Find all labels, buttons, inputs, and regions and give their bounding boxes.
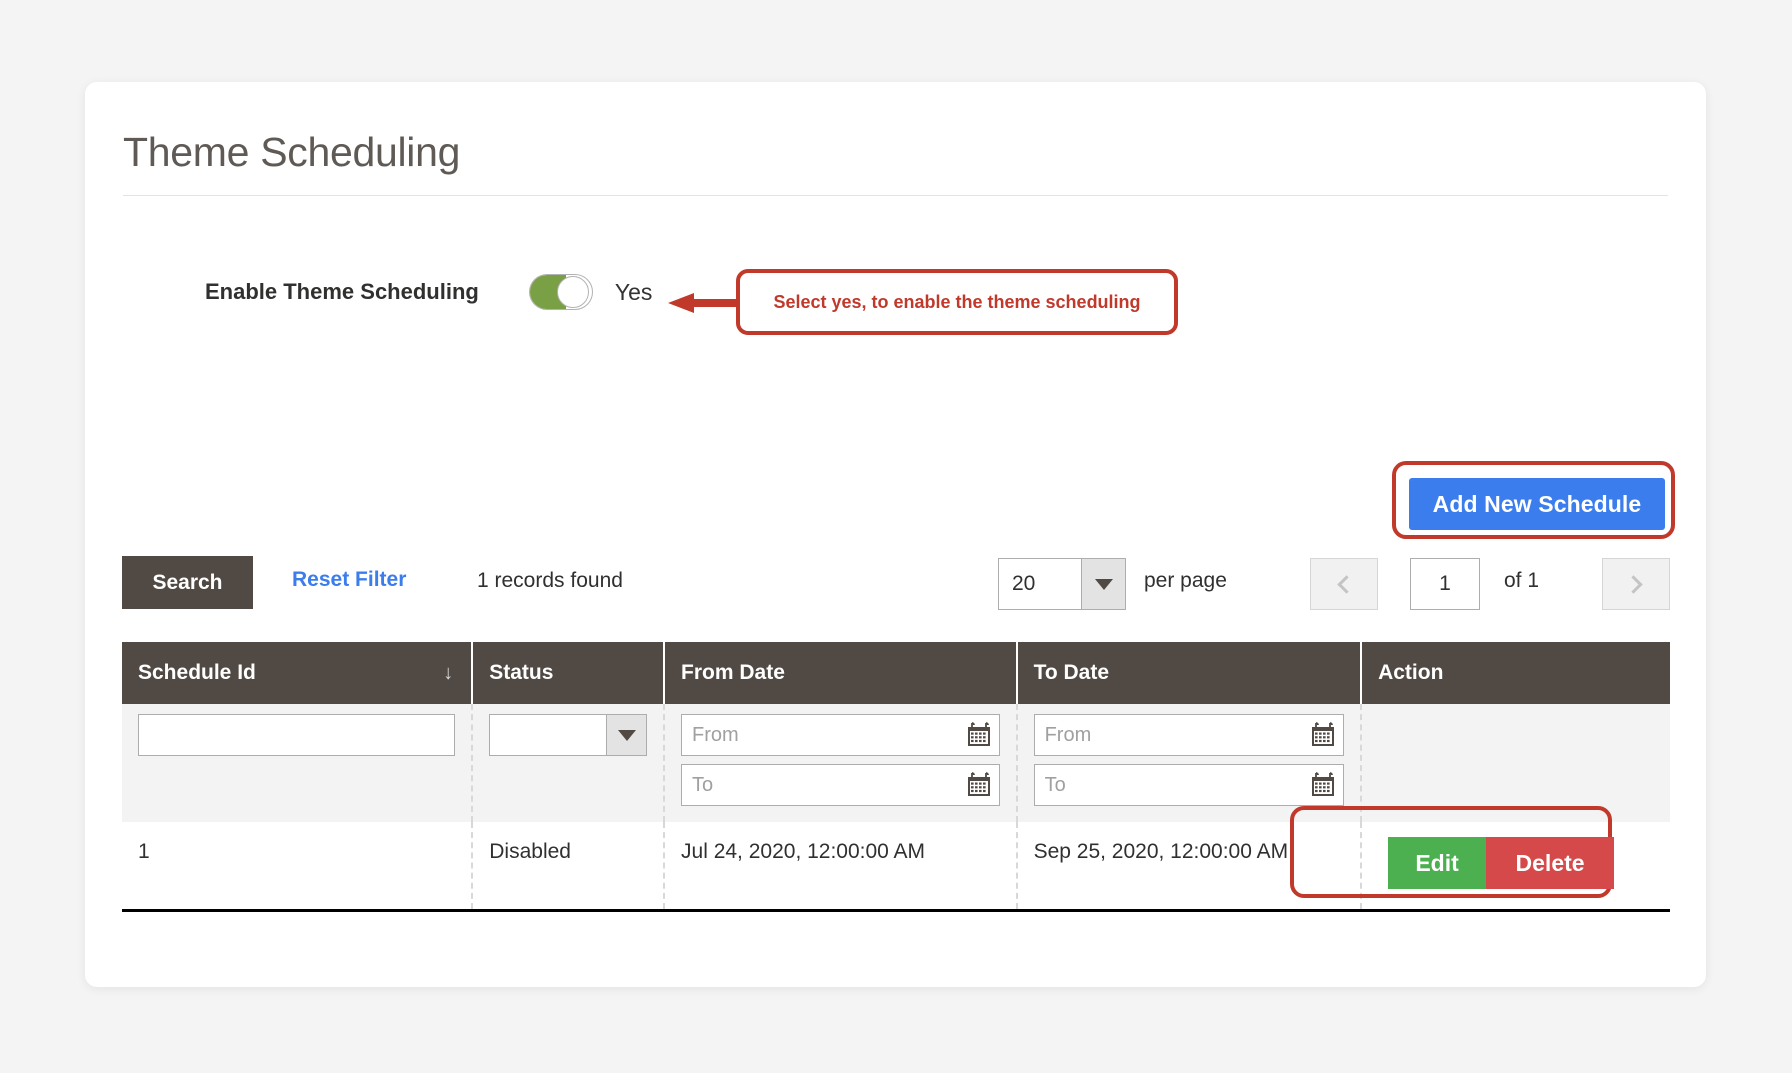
search-button[interactable]: Search (122, 556, 253, 609)
per-page-label: per page (1144, 569, 1227, 592)
cell-schedule-id: 1 (122, 822, 474, 910)
column-label: To Date (1033, 661, 1110, 684)
column-header-action: Action (1361, 642, 1670, 704)
calendar-icon[interactable] (1310, 772, 1336, 798)
filter-from-date-from-input[interactable] (681, 714, 1000, 756)
calendar-icon[interactable] (966, 722, 992, 748)
toggle-state-text: Yes (614, 278, 653, 305)
filter-cell-to-date (1016, 704, 1363, 822)
delete-button[interactable]: Delete (1486, 837, 1615, 889)
column-label: Schedule Id (138, 661, 256, 684)
page-total-label: of 1 (1504, 569, 1540, 592)
previous-page-button[interactable] (1310, 558, 1378, 610)
filter-to-date-from-input[interactable] (1033, 714, 1345, 756)
enable-theme-scheduling-row: Enable Theme Scheduling Yes (205, 272, 652, 312)
chevron-right-icon (1624, 574, 1643, 594)
table-row[interactable]: 1 Disabled Jul 24, 2020, 12:00:00 AM Sep… (122, 806, 1670, 910)
title-divider (123, 195, 1668, 196)
column-label: Status (489, 661, 554, 684)
calendar-icon[interactable] (1310, 722, 1336, 748)
column-header-from-date[interactable]: From Date (664, 642, 1018, 704)
filter-status-value (490, 715, 606, 755)
filter-from-date-to-input[interactable] (681, 764, 1000, 806)
page-root: Theme Scheduling Enable Theme Scheduling… (0, 0, 1792, 1073)
filter-to-date-to-input[interactable] (1033, 764, 1345, 806)
toggle-knob (556, 276, 589, 308)
filter-cell-action (1361, 704, 1670, 822)
filter-to-date-from (1033, 714, 1345, 756)
caret-down-icon (606, 715, 647, 755)
page-number-input[interactable] (1410, 558, 1480, 610)
grid-toolbar: Search Reset Filter 1 records found 20 p… (122, 556, 1670, 612)
column-label: Action (1378, 661, 1444, 684)
records-found-text: 1 records found (477, 569, 623, 592)
next-page-button[interactable] (1602, 558, 1670, 610)
schedule-grid: Schedule Id ↓ Status From Date To Date A… (122, 642, 1670, 912)
cell-from-date: Jul 24, 2020, 12:00:00 AM (664, 822, 1018, 910)
calendar-icon[interactable] (966, 772, 992, 798)
edit-button[interactable]: Edit (1388, 837, 1487, 889)
filter-cell-from-date (664, 704, 1018, 822)
column-header-to-date[interactable]: To Date (1016, 642, 1363, 704)
cell-action: Edit Delete (1290, 806, 1670, 910)
add-new-schedule-button[interactable]: Add New Schedule (1409, 478, 1665, 530)
grid-header-row: Schedule Id ↓ Status From Date To Date A… (122, 642, 1670, 704)
filter-schedule-id-input[interactable] (138, 714, 456, 756)
filter-to-date-to (1033, 764, 1345, 806)
cell-to-date: Sep 25, 2020, 12:00:00 AM (1016, 822, 1363, 910)
enable-toggle-callout: Select yes, to enable the theme scheduli… (736, 269, 1178, 335)
filter-cell-schedule-id (122, 704, 474, 822)
reset-filter-link[interactable]: Reset Filter (292, 568, 406, 592)
column-label: From Date (681, 661, 785, 684)
caret-down-icon (1081, 559, 1125, 609)
chevron-left-icon (1337, 574, 1356, 594)
per-page-value: 20 (1012, 572, 1036, 595)
grid-filter-row (122, 704, 1670, 822)
filter-status-select[interactable] (489, 714, 648, 756)
cell-status: Disabled (472, 822, 666, 910)
per-page-select[interactable]: 20 (998, 558, 1126, 610)
column-header-status[interactable]: Status (472, 642, 666, 704)
enable-theme-scheduling-toggle[interactable] (528, 274, 593, 310)
callout-text: Select yes, to enable the theme scheduli… (773, 291, 1141, 312)
enable-theme-scheduling-label: Enable Theme Scheduling (205, 279, 479, 304)
filter-from-date-to (681, 764, 1000, 806)
page-title: Theme Scheduling (123, 129, 461, 175)
row-action-buttons: Edit Delete (1388, 837, 1615, 889)
filter-cell-status (472, 704, 666, 822)
filter-from-date-from (681, 714, 1000, 756)
column-header-schedule-id[interactable]: Schedule Id ↓ (122, 642, 474, 704)
arrow-down-icon: ↓ (443, 662, 454, 684)
